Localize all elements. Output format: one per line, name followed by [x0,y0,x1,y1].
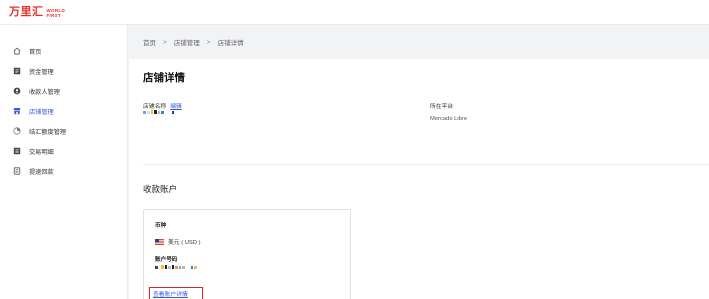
brand-name: 万里汇 [9,6,44,18]
sidebar-item-label: 交易明细 [29,148,54,156]
payee-icon [13,87,21,95]
platform-value: Mercado Libre [430,116,468,122]
breadcrumb-separator: > [206,38,211,46]
fast-repayment-icon [13,167,21,175]
platform-label: 所在平台 [430,104,454,110]
breadcrumb-current: 店铺详情 [217,40,244,47]
receiving-account-title: 收款账户 [143,184,178,194]
account-number-redacted [155,265,197,269]
funds-icon [13,67,21,75]
page-title: 店铺详情 [143,72,185,84]
breadcrumb-separator: > [163,38,167,46]
account-number-label: 账户号码 [155,257,178,263]
sidebar-item-payee[interactable]: 收款人管理 [0,81,127,101]
sidebar-item-label: 店铺管理 [29,108,54,116]
sidebar-item-exchange-quota[interactable]: 结汇额度管理 [0,121,127,141]
view-account-details-label: 查看账户详情 [153,292,188,298]
view-account-details-link[interactable]: 查看账户详情 [149,287,203,299]
divider [143,164,709,165]
sidebar-item-funds[interactable]: 资金管理 [0,61,127,81]
content-panel: 店铺详情 店铺名称编辑 所在平台 Mercado Libre 收款账户 币种 [129,59,709,299]
sidebar-item-label: 提速回款 [29,168,54,176]
home-icon [13,47,21,55]
currency-value: 美元 ( USD ) [168,240,201,246]
us-flag-icon [155,238,164,245]
brand-logo[interactable]: 万里汇 WORLD FIRST [9,7,65,18]
store-name-field: 店铺名称 编辑 [143,101,182,110]
currency-value-row: 美元 ( USD ) [155,237,201,246]
sidebar-item-label: 资金管理 [29,68,54,76]
main-area: 首页 > 店铺管理 > 店铺详情 店铺详情 店铺名称 编辑 所在平台 Mercad… [129,25,709,299]
brand-english: WORLD FIRST [46,7,65,18]
breadcrumb-store-management[interactable]: 店铺管理 [174,37,200,47]
sidebar-item-store[interactable]: 店铺管理 [0,101,127,121]
top-bar: 万里汇 WORLD FIRST [0,0,709,25]
transactions-icon [13,147,21,155]
store-icon [13,107,21,115]
breadcrumb: 首页 > 店铺管理 > 店铺详情 [143,37,244,48]
sidebar-item-home[interactable]: 首页 [0,41,127,61]
sidebar-item-fast-repayment[interactable]: 提速回款 [0,161,127,181]
sidebar: 首页 资金管理 收款人管理 店铺管理 结汇额度管理 交易明细 提速回款 [0,25,128,299]
sidebar-item-transactions[interactable]: 交易明细 [0,141,127,161]
sidebar-item-label: 收款人管理 [29,88,60,96]
breadcrumb-home[interactable]: 首页 [143,37,156,47]
exchange-quota-icon [13,127,21,135]
store-name-redacted [143,110,174,114]
receiving-account-card: 币种 美元 ( USD ) 账户号码 查看账户详情 [143,209,351,299]
sidebar-item-label: 结汇额度管理 [29,128,67,136]
currency-label: 币种 [155,223,167,229]
sidebar-item-label: 首页 [29,48,42,56]
